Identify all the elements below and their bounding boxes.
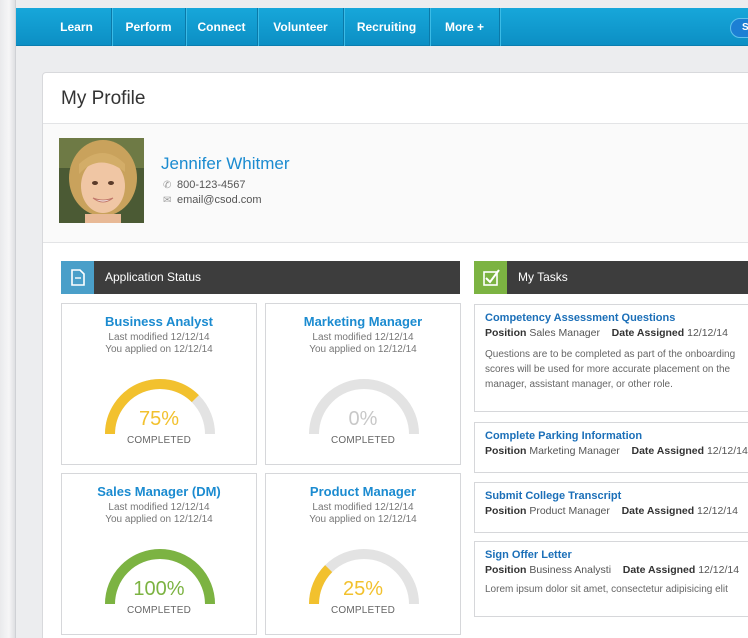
last-modified: Last modified 12/12/14 <box>312 332 414 343</box>
task-card[interactable]: Competency Assessment Questions Position… <box>474 304 748 412</box>
application-card[interactable]: Marketing Manager Last modified 12/12/14… <box>265 303 461 465</box>
phone-icon: ✆ <box>163 180 172 191</box>
email-row: ✉ email@csod.com <box>163 194 262 206</box>
email-address[interactable]: email@csod.com <box>177 194 262 206</box>
nav-learn[interactable]: Learn <box>42 8 112 46</box>
nav-recruiting[interactable]: Recruiting <box>344 8 430 46</box>
task-title[interactable]: Sign Offer Letter <box>485 549 748 561</box>
nav-perform[interactable]: Perform <box>112 8 186 46</box>
my-tasks-title: My Tasks <box>518 270 568 284</box>
task-card[interactable]: Sign Offer Letter Position Business Anal… <box>474 541 748 617</box>
last-modified: Last modified 12/12/14 <box>108 502 210 513</box>
page-title: My Profile <box>61 88 146 109</box>
task-meta: Position Product Manager Date Assigned 1… <box>485 505 738 517</box>
phone-number: 800-123-4567 <box>177 179 246 191</box>
my-tasks-header: My Tasks <box>474 261 748 294</box>
last-modified: Last modified 12/12/14 <box>108 332 210 343</box>
avatar-photo <box>59 138 144 223</box>
task-meta: Position Business Analysti Date Assigned… <box>485 564 740 576</box>
task-description: Lorem ipsum dolor sit amet, consectetur … <box>485 584 728 595</box>
document-icon <box>61 261 94 294</box>
search-button[interactable]: Se <box>730 18 748 38</box>
top-nav: Learn Perform Connect Volunteer Recruiti… <box>16 8 748 46</box>
applied-date: You applied on 12/12/14 <box>309 344 417 355</box>
progress-percent: 0% <box>348 408 378 430</box>
applied-date: You applied on 12/12/14 <box>309 514 417 525</box>
progress-percent: 100% <box>133 578 185 600</box>
task-description: Questions are to be completed as part of… <box>485 349 736 390</box>
application-status-title: Application Status <box>105 270 202 284</box>
task-title[interactable]: Competency Assessment Questions <box>485 312 748 324</box>
application-title[interactable]: Sales Manager (DM) <box>62 484 256 499</box>
task-meta: Position Marketing Manager Date Assigned… <box>485 445 748 457</box>
task-title[interactable]: Complete Parking Information <box>485 430 748 442</box>
task-meta: Position Sales Manager Date Assigned 12/… <box>485 327 728 339</box>
profile-name[interactable]: Jennifer Whitmer <box>161 154 289 174</box>
progress-percent: 25% <box>342 578 384 600</box>
progress-status: COMPLETED <box>126 605 192 616</box>
screen-bezel <box>0 0 16 638</box>
applied-date: You applied on 12/12/14 <box>105 344 213 355</box>
application-title[interactable]: Business Analyst <box>62 314 256 329</box>
nav-volunteer[interactable]: Volunteer <box>258 8 344 46</box>
application-title[interactable]: Product Manager <box>266 484 460 499</box>
task-title[interactable]: Submit College Transcript <box>485 490 748 502</box>
last-modified: Last modified 12/12/14 <box>312 502 414 513</box>
task-card[interactable]: Submit College Transcript Position Produ… <box>474 482 748 533</box>
application-card[interactable]: Product Manager Last modified 12/12/14 Y… <box>265 473 461 635</box>
task-card[interactable]: Complete Parking Information Position Ma… <box>474 422 748 473</box>
application-card[interactable]: Business Analyst Last modified 12/12/14 … <box>61 303 257 465</box>
application-status-header: Application Status <box>61 261 460 294</box>
nav-more[interactable]: More + <box>430 8 500 46</box>
application-title[interactable]: Marketing Manager <box>266 314 460 329</box>
checkbox-icon <box>474 261 507 294</box>
envelope-icon: ✉ <box>163 195 172 206</box>
avatar <box>59 138 144 223</box>
application-card[interactable]: Sales Manager (DM) Last modified 12/12/1… <box>61 473 257 635</box>
progress-percent: 75% <box>138 408 180 430</box>
nav-connect[interactable]: Connect <box>186 8 258 46</box>
progress-status: COMPLETED <box>330 435 396 446</box>
progress-status: COMPLETED <box>126 435 192 446</box>
applied-date: You applied on 12/12/14 <box>105 514 213 525</box>
profile-header: Jennifer Whitmer ✆ 800-123-4567 ✉ email@cs… <box>43 124 748 243</box>
phone-row: ✆ 800-123-4567 <box>163 179 246 191</box>
progress-status: COMPLETED <box>330 605 396 616</box>
